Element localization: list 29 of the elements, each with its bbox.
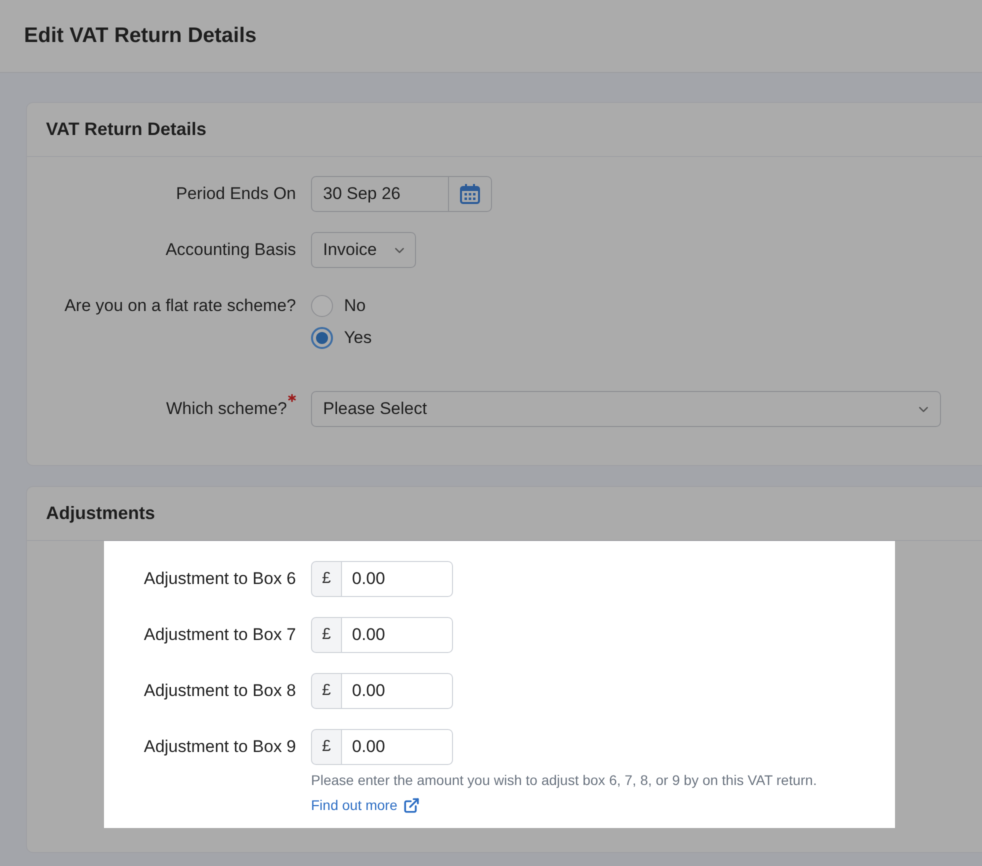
calendar-button[interactable] [449,176,492,212]
amount-field[interactable]: 0.00 [342,729,453,765]
card-title: Adjustments [46,502,156,525]
field-label: Period Ends On [176,183,296,205]
field-label: Adjustment to Box 9 [144,736,296,758]
currency-addon: £ [311,729,342,765]
calendar-icon [459,183,481,205]
radio-option[interactable]: Yes [311,327,372,349]
currency-addon: £ [311,673,342,709]
field-label: Adjustment to Box 7 [144,624,296,646]
help-text: Please enter the amount you wish to adjust box 6, 7, 8, or 9 by on this VAT return. [311,771,817,790]
field-label: Are you on a flat rate scheme? [64,295,296,317]
date-field[interactable]: 30 Sep 26 [311,176,449,212]
page-title: Edit VAT Return Details [24,23,257,50]
external-link-icon [403,797,420,814]
find-out-more-link[interactable]: Find out more [311,796,420,815]
currency-addon: £ [311,617,342,653]
field-label: Adjustment to Box 8 [144,680,296,702]
card-title: VAT Return Details [46,118,206,141]
field-label: Adjustment to Box 6 [144,568,296,590]
amount-field[interactable]: 0.00 [342,561,453,597]
currency-addon: £ [311,561,342,597]
field-label: Which scheme? [166,398,287,420]
amount-field[interactable]: 0.00 [342,673,453,709]
amount-field[interactable]: 0.00 [342,617,453,653]
radio-option[interactable]: No [311,295,366,317]
field-label: Accounting Basis [166,239,296,261]
select-field[interactable]: Invoice [311,232,416,268]
select-field[interactable]: Please Select [311,391,941,427]
